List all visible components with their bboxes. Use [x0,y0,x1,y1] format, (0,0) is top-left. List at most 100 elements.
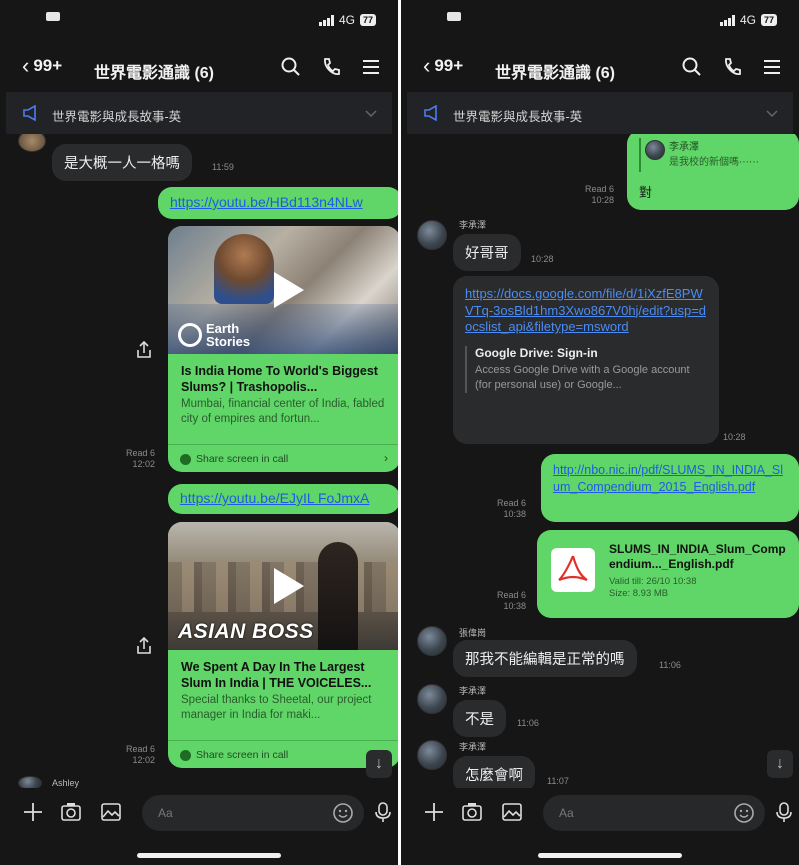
file-size: Size: 8.93 MB [609,588,669,599]
message-time: 10:28 [723,432,746,442]
avatar[interactable] [417,740,447,770]
phone-icon[interactable] [721,56,743,78]
home-indicator[interactable] [538,853,682,858]
back-button[interactable]: ‹ 99+ [423,53,463,78]
read-label: Read 6 [126,744,156,754]
right-screen: 4G 77 ‹ 99+ 世界電影通識 (6) 世界電影與成長故事-英 李承澤 是我… [401,0,799,865]
camera-icon[interactable] [60,801,82,823]
plus-icon[interactable] [423,801,445,823]
share-icon[interactable] [132,634,156,658]
message-time: 11:06 [517,718,539,728]
message-input[interactable]: Aa [543,795,765,831]
video-icon [46,12,60,21]
link-bubble[interactable]: https://youtu.be/EJyIL FoJmxA [168,484,398,514]
avatar[interactable] [18,776,42,788]
asian-boss-logo: ASIAN BOSS [178,620,314,643]
emoji-icon[interactable] [733,802,755,824]
link-text[interactable]: https://youtu.be/HBd113n4NLw [170,194,363,210]
share-screen-button[interactable]: Share screen in call › [168,444,398,472]
menu-icon[interactable] [761,56,783,78]
back-count: 99+ [33,56,63,75]
link-preview[interactable]: Google Drive: Sign-in Access Google Driv… [465,345,707,393]
quoted-message[interactable]: 李承澤 是我校的新個嗎⋯⋯ [639,138,787,172]
link-text[interactable]: http://nbo.nic.in/pdf/SLUMS_IN_INDIA_Slu… [553,463,783,494]
camera-icon[interactable] [461,801,483,823]
message-time: 10:28 [531,254,554,264]
reply-bubble[interactable]: 李承澤 是我校的新個嗎⋯⋯ 對 [627,134,799,210]
video-card[interactable]: Earth Stories Is India Home To World's Bi… [168,226,398,472]
image-icon[interactable] [100,801,122,823]
play-icon[interactable] [274,272,304,308]
left-screen: 4G 77 ‹ 99+ 世界電影通識 (6) 世界電影與成長故事-英 是大概一人一… [0,0,398,865]
file-name: SLUMS_IN_INDIA_Slum_Compendium..._Englis… [609,542,786,571]
quoted-text: 是我校的新個嗎⋯⋯ [669,157,759,168]
announcement-bar[interactable]: 世界電影與成長故事-英 [407,92,793,134]
quoted-name: 李承澤 [669,142,699,153]
home-indicator[interactable] [137,853,281,858]
sender-name: 李承澤 [459,220,487,230]
megaphone-icon [423,104,441,122]
play-icon[interactable] [274,568,304,604]
video-icon [447,12,461,21]
message-bubble[interactable]: 好哥哥 [453,234,521,271]
message-bubble[interactable]: 那我不能編輯是正常的嗎 [453,640,637,677]
message-bubble[interactable]: 怎麼會啊 [453,756,535,788]
status-left [447,12,461,21]
share-icon[interactable] [132,338,156,362]
message-input[interactable]: Aa [142,795,364,831]
search-icon[interactable] [681,56,703,78]
preview-title: Google Drive: Sign-in [475,345,598,360]
emoji-icon[interactable] [332,802,354,824]
mic-icon[interactable] [372,801,394,823]
globe-icon [178,323,202,347]
file-bubble[interactable]: SLUMS_IN_INDIA_Slum_Compendium..._Englis… [537,530,799,618]
message-list[interactable]: 是大概一人一格嗎 11:59 https://youtu.be/HBd113n4… [0,134,398,788]
status-bar: 4G 77 [401,0,799,44]
link-text[interactable]: https://docs.google.com/file/d/1iXzfE8PW… [465,286,707,336]
mic-icon[interactable] [773,801,795,823]
file-validity: Valid till: 26/10 10:38 [609,576,697,587]
pdf-icon [551,548,595,592]
plus-icon[interactable] [22,801,44,823]
message-bubble[interactable]: 不是 [453,700,506,737]
search-icon[interactable] [280,56,302,78]
link-bubble[interactable]: http://nbo.nic.in/pdf/SLUMS_IN_INDIA_Slu… [541,454,799,522]
announcement-bar[interactable]: 世界電影與成長故事-英 [6,92,392,134]
sender-name: 李承澤 [459,686,487,696]
avatar[interactable] [417,626,447,656]
input-placeholder: Aa [559,806,574,820]
scroll-down-icon[interactable]: ↓ [767,750,793,778]
back-button[interactable]: ‹ 99+ [22,55,63,77]
share-screen-icon [180,454,191,465]
link-text[interactable]: https://youtu.be/EJyIL FoJmxA [180,490,369,506]
battery-icon: 77 [760,14,777,26]
chevron-left-icon: ‹ [423,53,431,78]
read-label: Read 6 [497,590,527,600]
message-bubble[interactable]: 是大概一人一格嗎 [52,144,192,181]
video-thumbnail[interactable]: ASIAN BOSS [168,522,398,650]
phone-icon[interactable] [320,56,342,78]
network-label: 4G [338,13,355,27]
video-card[interactable]: ASIAN BOSS We Spent A Day In The Largest… [168,522,398,768]
announcement-text: 世界電影與成長故事-英 [453,110,583,124]
video-thumbnail[interactable]: Earth Stories [168,226,398,354]
scroll-down-icon[interactable]: ↓ [366,750,392,778]
link-preview-bubble[interactable]: https://docs.google.com/file/d/1iXzfE8PW… [453,276,719,444]
chevron-down-icon[interactable] [364,106,378,120]
avatar[interactable] [417,220,447,250]
avatar[interactable] [417,684,447,714]
status-left [46,12,60,21]
read-label: Read 6 [126,448,156,458]
sender-name: 李承澤 [459,742,487,752]
image-icon[interactable] [501,801,523,823]
menu-icon[interactable] [360,56,382,78]
share-screen-button[interactable]: Share screen in call [168,740,398,768]
sender-name: 張偉崗 [459,628,487,638]
thumbnail-person [214,234,274,304]
read-receipt: Read 6 10:38 [497,590,526,612]
chevron-down-icon[interactable] [765,106,779,120]
avatar[interactable] [18,134,46,152]
reply-text: 對 [639,185,653,200]
message-list[interactable]: 李承澤 是我校的新個嗎⋯⋯ 對 Read 6 10:28 李承澤 好哥哥 10:2… [401,134,799,788]
link-bubble[interactable]: https://youtu.be/HBd113n4NLw [158,187,398,219]
